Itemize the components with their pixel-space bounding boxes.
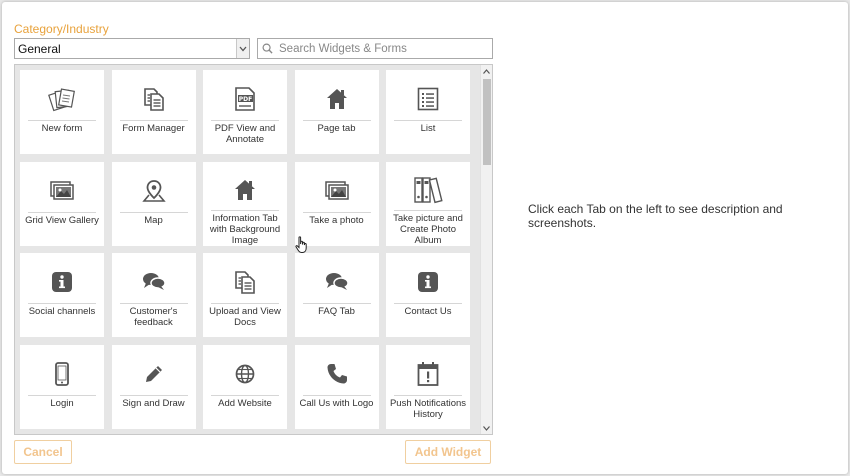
home-icon	[325, 82, 349, 116]
category-selected-value: General	[18, 41, 61, 56]
widget-tile-label: Contact Us	[404, 306, 452, 317]
tile-divider	[119, 394, 188, 396]
forms-stack-icon	[48, 82, 76, 116]
info-icon	[416, 265, 440, 299]
widget-tile[interactable]: Customer's feedback	[111, 253, 196, 337]
list-icon	[416, 82, 440, 116]
widget-tile-label: List	[420, 123, 436, 134]
tile-divider	[302, 120, 371, 121]
photos-icon	[324, 174, 350, 208]
tile-divider	[119, 211, 188, 213]
widget-tile[interactable]: Page tab	[294, 70, 379, 154]
phone-icon	[325, 357, 349, 391]
widget-tile-label: PDF View and Annotate	[214, 123, 276, 145]
widget-tile[interactable]: Add Website	[203, 344, 287, 429]
category-select[interactable]: General	[14, 38, 250, 59]
search-box[interactable]	[257, 38, 493, 59]
widget-tile-label: Map	[144, 214, 163, 226]
widget-tile[interactable]: Push Notifications History	[386, 344, 470, 429]
widget-tile-label: New form	[41, 123, 83, 134]
info-icon	[50, 265, 74, 299]
widget-tile[interactable]: Take a photo	[294, 161, 379, 246]
tile-divider	[394, 209, 462, 211]
widget-tile[interactable]: New form	[20, 70, 104, 154]
description-placeholder: Click each Tab on the left to see descri…	[528, 202, 783, 230]
widget-tile-label: Social channels	[28, 306, 96, 317]
widget-tile[interactable]: Call Us with Logo	[294, 344, 379, 429]
widget-tile-label: Grid View Gallery	[25, 214, 99, 226]
tile-divider	[302, 303, 371, 304]
widget-tile[interactable]: Grid View Gallery	[20, 161, 104, 246]
svg-text:PDF: PDF	[239, 96, 252, 103]
widget-tile-label: Sign and Draw	[122, 397, 185, 409]
tile-divider	[302, 394, 371, 396]
tile-divider	[119, 303, 188, 304]
category-label: Category/Industry	[14, 22, 109, 36]
scrollbar-thumb[interactable]	[483, 79, 491, 165]
add-widget-button[interactable]: Add Widget	[405, 440, 491, 464]
widget-tile[interactable]: Information Tab with Background Image	[203, 161, 287, 246]
widget-tile-label: Take a photo	[309, 214, 364, 226]
tile-divider	[394, 303, 462, 304]
chat-bubbles-icon	[324, 265, 350, 299]
mobile-icon	[53, 357, 71, 391]
tile-divider	[211, 120, 279, 121]
widget-tile[interactable]: Social channels	[20, 253, 104, 337]
widget-tile-label: Push Notifications History	[389, 397, 467, 420]
photos-icon	[49, 174, 75, 208]
widget-grid-scrollbar[interactable]	[480, 65, 492, 434]
widget-tile-label: Customer's feedback	[129, 306, 178, 328]
widget-tile-label: Login	[50, 397, 74, 409]
widget-tile-label: Add Website	[218, 397, 272, 409]
tile-divider	[28, 394, 96, 396]
tile-divider	[211, 394, 279, 396]
binders-icon	[413, 174, 443, 206]
widget-grid-panel: New form Form Manager PDF PDF View and Anno…	[14, 64, 493, 435]
widget-tile-label: Upload and View Docs	[209, 306, 281, 328]
widget-tile[interactable]: Form Manager	[111, 70, 196, 154]
pencil-icon	[143, 357, 165, 391]
widget-tile[interactable]: FAQ Tab	[294, 253, 379, 337]
widget-tile[interactable]: Login	[20, 344, 104, 429]
scroll-up-icon[interactable]	[481, 65, 492, 77]
tile-divider	[28, 303, 96, 304]
widget-tile-label: Call Us with Logo	[299, 397, 374, 409]
tile-divider	[28, 120, 96, 121]
widget-tile[interactable]: Take picture and Create Photo Album	[386, 161, 470, 246]
tile-divider	[302, 211, 371, 213]
widget-tile[interactable]: Contact Us	[386, 253, 470, 337]
widget-tile-label: Page tab	[317, 123, 356, 134]
widget-tile-label: Form Manager	[122, 123, 185, 134]
home-icon	[233, 174, 257, 206]
chevron-down-icon[interactable]	[236, 39, 249, 58]
widget-tile-label: Information Tab with Background Image	[209, 212, 281, 246]
widget-grid: New form Form Manager PDF PDF View and Anno…	[20, 70, 470, 429]
widget-tile[interactable]: PDF PDF View and Annotate	[203, 70, 287, 154]
pdf-icon: PDF	[232, 82, 258, 116]
tile-divider	[394, 120, 462, 121]
calendar-alert-icon	[416, 357, 440, 391]
tile-divider	[119, 120, 188, 121]
widget-tile[interactable]: List	[386, 70, 470, 154]
tile-divider	[211, 209, 279, 211]
chat-bubbles-icon	[141, 265, 167, 299]
globe-icon	[234, 357, 256, 391]
tile-divider	[28, 211, 96, 213]
widget-tile[interactable]: Sign and Draw	[111, 344, 196, 429]
scroll-down-icon[interactable]	[481, 422, 492, 434]
add-widget-dialog: Category/Industry General New form Form M…	[2, 2, 848, 474]
cancel-button[interactable]: Cancel	[14, 440, 72, 464]
documents-icon	[232, 265, 258, 299]
widget-tile-label: FAQ Tab	[318, 306, 355, 317]
search-icon	[262, 43, 273, 54]
widget-tile[interactable]: Upload and View Docs	[203, 253, 287, 337]
tile-divider	[394, 394, 462, 396]
map-pin-icon	[141, 174, 166, 208]
widget-tile-label: Take picture and Create Photo Album	[393, 212, 463, 246]
search-input[interactable]	[279, 42, 479, 55]
widget-tile[interactable]: Map	[111, 161, 196, 246]
hand-cursor-icon	[295, 236, 307, 253]
tile-divider	[211, 303, 279, 304]
documents-icon	[141, 82, 167, 116]
